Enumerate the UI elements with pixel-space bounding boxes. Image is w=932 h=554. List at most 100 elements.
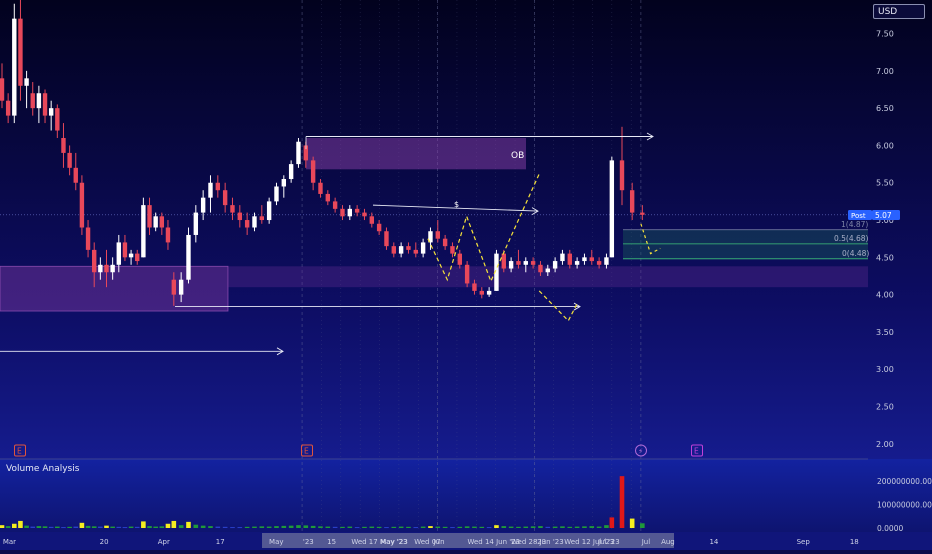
time-tick-label: Aug (661, 538, 675, 546)
candle-body (244, 220, 250, 228)
volume-bar (159, 526, 165, 528)
volume-bar (464, 526, 470, 528)
candle-body (85, 227, 91, 250)
candle-body (67, 152, 72, 168)
candle-body (501, 253, 506, 269)
volume-bar (530, 526, 536, 528)
candle-body (222, 190, 228, 206)
fib-05-label: 0.5(4.68) (834, 234, 869, 243)
volume-panel-background (0, 459, 932, 532)
price-tick-label: 7.50 (876, 30, 894, 39)
time-tick-label: Apr (158, 538, 170, 546)
volume-bar (508, 526, 514, 528)
candle-body (159, 216, 165, 228)
volume-bar (384, 527, 389, 529)
candle-body (420, 242, 426, 254)
volume-bar (376, 526, 382, 528)
volume-bar (332, 526, 338, 528)
candle-body (110, 264, 115, 273)
candle-body (567, 253, 572, 265)
candle-body (274, 186, 279, 202)
volume-bar (398, 526, 404, 528)
candle-body (48, 108, 54, 116)
volume-bar (230, 527, 235, 529)
currency-selector[interactable]: USD (873, 4, 925, 19)
volume-bar (266, 526, 272, 528)
volume-bar (67, 526, 72, 528)
volume-bar (85, 525, 91, 528)
volume-bar (104, 525, 109, 528)
volume-bar (274, 526, 279, 528)
volume-bar (347, 526, 353, 528)
volume-bar (629, 518, 635, 528)
trading-chart[interactable]: 2.00 2.50 3.00 3.50 4.00 4.50 5.00 5.50 6.00 6.50… (0, 0, 932, 550)
candle-body (98, 264, 103, 273)
event-marker-label: E (694, 447, 699, 456)
candle-body (318, 182, 323, 194)
candle-body (30, 93, 35, 109)
volume-bar (582, 526, 587, 528)
time-tick-label: Mar (3, 538, 16, 546)
volume-tick-label: 100000000.00 (877, 500, 932, 509)
price-tick-label: 6.00 (876, 141, 894, 150)
volume-bar (165, 523, 171, 528)
candle-body (391, 246, 396, 254)
candle-body (0, 78, 5, 101)
candle-body (200, 197, 206, 213)
volume-bar (5, 526, 11, 528)
candle-body (604, 257, 609, 265)
candle-body (61, 137, 66, 153)
price-tick-label: 3.00 (876, 365, 894, 374)
candle-body (42, 93, 48, 116)
price-axis[interactable]: 2.002.503.003.504.004.505.005.506.006.50… (868, 0, 932, 532)
volume-bar (552, 526, 558, 528)
volume-bar (288, 525, 294, 528)
candle-body (147, 205, 152, 228)
candle-body (574, 261, 580, 265)
price-tick-label: 4.00 (876, 291, 894, 300)
candle-body (259, 216, 265, 221)
candle-body (384, 231, 389, 247)
volume-bar (200, 525, 206, 528)
volume-bar (48, 526, 54, 528)
volume-bar (79, 522, 85, 528)
candle-body (450, 246, 455, 254)
candle-body (508, 261, 514, 269)
volume-bar (340, 526, 345, 528)
candle-body (332, 201, 338, 209)
price-tick-label: 2.00 (876, 440, 894, 449)
candle-body (538, 264, 543, 273)
volume-bar (560, 526, 565, 528)
volume-bar (545, 526, 551, 528)
candle-body (609, 160, 615, 258)
candle-body (104, 264, 109, 273)
candle-body (464, 264, 470, 284)
ob-label: OB (511, 151, 524, 161)
candle-body (141, 205, 146, 258)
volume-bar (208, 526, 213, 528)
volume-bar (428, 526, 433, 528)
candle-body (12, 18, 17, 116)
post-tag-label: Post (851, 212, 866, 220)
candle-body (589, 257, 594, 262)
candle-body (128, 253, 134, 258)
volume-bar (494, 525, 499, 528)
volume-bar (391, 526, 397, 528)
volume-bar (116, 526, 122, 528)
volume-bar (171, 520, 177, 528)
time-tick-label: 20 (100, 538, 109, 546)
time-axis[interactable]: Mar 20 Apr 17 May '23 15 Wed 17 May '23May '23 W… (0, 532, 932, 550)
chart-canvas[interactable]: 2.002.503.003.504.004.505.005.506.006.50… (0, 0, 932, 550)
candle-body (582, 257, 587, 262)
event-marker-label: E (17, 447, 22, 456)
candle-body (36, 93, 42, 109)
candle-body (153, 216, 158, 228)
volume-bar (128, 526, 134, 528)
time-tick-label: May '23 (380, 538, 408, 546)
volume-bar (98, 526, 103, 528)
candle-body (629, 190, 635, 213)
volume-bar (538, 526, 543, 528)
volume-bar (30, 526, 36, 528)
volume-bar (435, 526, 441, 528)
candle-body (230, 205, 235, 213)
